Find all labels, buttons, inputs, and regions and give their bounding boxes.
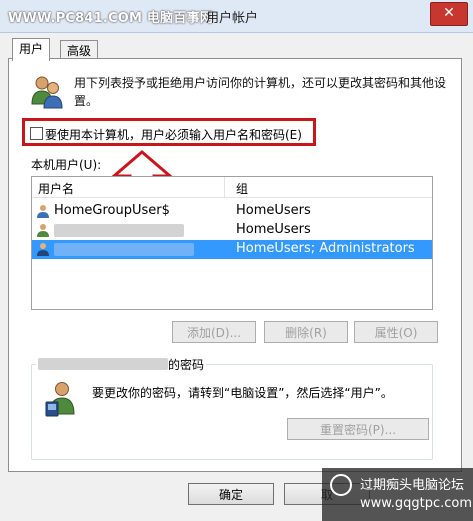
ok-button[interactable]: 确定 [188,483,274,505]
user-icon [37,205,49,218]
remove-user-button[interactable]: 删除(R) [264,321,348,343]
forum-watermark: 过期痴头电脑论坛 www.gqgtpc.com [322,468,473,521]
properties-button[interactable]: 属性(O) [354,321,438,343]
blurred-account-name [38,358,168,370]
title-bar: WWW.PC841.COM 电脑百事网 用户帐户 ✕ [0,0,473,33]
forum-logo-icon [330,474,352,496]
key-user-icon [45,382,75,417]
users-icon [31,76,63,109]
user-group: HomeUsers; Administrators [236,241,415,256]
user-group: HomeUsers [236,222,311,237]
add-user-button[interactable]: 添加(D)... [172,321,256,343]
password-group-suffix: 的密码 [168,358,205,372]
column-divider [224,177,225,197]
forum-url: www.gqgtpc.com [360,496,472,511]
table-row[interactable]: HomeGroupUser$ HomeUsers [32,202,432,221]
column-username[interactable]: 用户名 [38,180,74,197]
user-group: HomeUsers [236,203,311,218]
tab-users[interactable]: 用户 [12,38,51,61]
reset-password-button[interactable]: 重置密码(P)... [287,418,429,440]
blurred-username [54,243,194,256]
forum-name: 过期痴头电脑论坛 [360,478,465,493]
close-button[interactable]: ✕ [430,2,468,26]
password-group-title: 的密码 [36,356,207,373]
table-row-selected[interactable]: HomeUsers; Administrators [32,240,432,259]
column-group[interactable]: 组 [236,180,248,197]
local-users-label: 本机用户(U): [31,158,102,172]
window-title: 用户帐户 [206,11,259,26]
password-groupbox [31,364,433,460]
annotation-red-box [22,118,316,146]
site-watermark: WWW.PC841.COM 电脑百事网 [8,11,213,26]
users-list[interactable]: 用户名 组 HomeGroupUser$ HomeUsers HomeUsers… [31,176,433,310]
list-header: 用户名 组 [32,177,432,198]
user-name: HomeGroupUser$ [54,203,170,218]
description-text: 用下列表授予或拒绝用户访问你的计算机，还可以更改其密码和其他设置。 [74,76,447,108]
user-icon [37,243,49,256]
password-info-text: 要更改你的密码，请转到“电脑设置”，然后选择“用户”。 [92,386,393,400]
user-icon [37,224,49,237]
table-row[interactable]: HomeUsers [32,221,432,240]
blurred-username [54,224,184,237]
